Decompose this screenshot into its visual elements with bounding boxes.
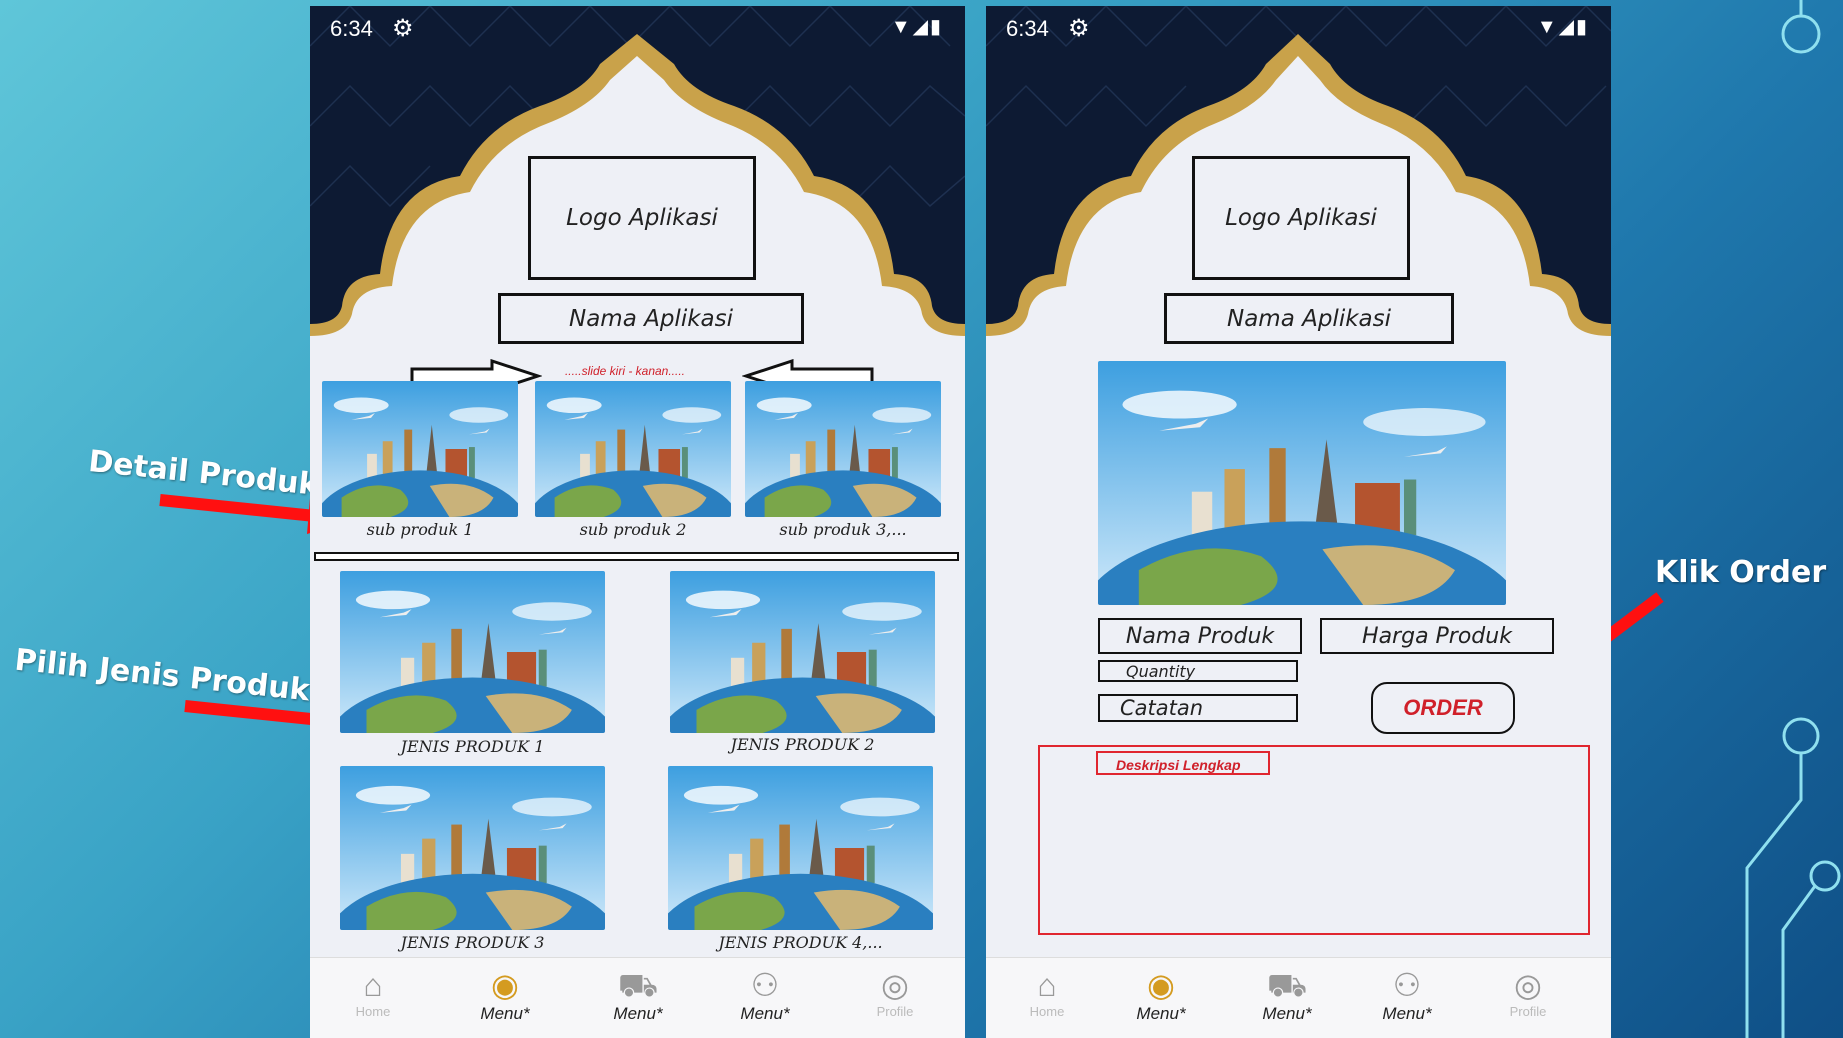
app-logo-placeholder: Logo Aplikasi [528, 156, 756, 280]
sub-product-label-3[interactable]: sub produk 3,... [745, 520, 941, 539]
annotation-klik-order: Klik Order [1655, 555, 1827, 590]
battery-icon: ▼◢▮ [890, 16, 943, 38]
sub-product-label-2[interactable]: sub produk 2 [535, 520, 731, 539]
slide-hint: .....slide kiri - kanan..... [564, 364, 686, 378]
status-time: 6:34 [330, 16, 373, 41]
product-type-image-4[interactable] [668, 766, 933, 930]
profile-icon: ◎ [881, 967, 909, 1003]
phone-product-list: 6:34 ⚙ ▼◢▮ Logo Aplikasi Nama Aplikasi .… [310, 6, 965, 1038]
sub-product-image-2[interactable] [535, 381, 731, 517]
product-image [1098, 361, 1506, 605]
nav-menu-1[interactable]: ◉ Menu* [450, 966, 560, 1024]
battery-icon: ▼◢▮ [1536, 16, 1589, 38]
nav-profile[interactable]: ◎ Profile [1473, 966, 1583, 1019]
nav-profile[interactable]: ◎ Profile [840, 966, 950, 1019]
status-bar: 6:34 ⚙ ▼◢▮ [986, 15, 1611, 44]
order-button[interactable]: ORDER [1371, 682, 1515, 734]
description-label: Deskripsi Lengkap [1096, 751, 1270, 775]
home-icon: ⌂ [1037, 967, 1057, 1003]
nav-menu-3[interactable]: ⚇ Menu* [710, 966, 820, 1024]
nav-menu-3[interactable]: ⚇ Menu* [1352, 966, 1462, 1024]
status-time: 6:34 [1006, 16, 1049, 41]
product-type-label-2[interactable]: JENIS PRODUK 2 [670, 735, 935, 754]
bottom-nav: ⌂ Home ◉ Menu* ⛟ Menu* ⚇ Menu* ◎ Profile [310, 957, 965, 1038]
nav-home[interactable]: ⌂ Home [318, 966, 428, 1019]
circuit-decoration [1745, 0, 1841, 1038]
bottom-nav: ⌂ Home ◉ Menu* ⛟ Menu* ⚇ Menu* ◎ Profile [986, 957, 1611, 1038]
section-divider [314, 552, 959, 561]
globe-icon: ◉ [1147, 967, 1175, 1003]
sub-product-image-3[interactable] [745, 381, 941, 517]
group-icon: ⚇ [1392, 967, 1422, 1003]
nav-menu-2[interactable]: ⛟ Menu* [583, 966, 693, 1024]
app-name-placeholder: Nama Aplikasi [498, 293, 804, 344]
app-logo-placeholder: Logo Aplikasi [1192, 156, 1410, 280]
status-bar: 6:34 ⚙ ▼◢▮ [310, 15, 965, 44]
sub-product-label-1[interactable]: sub produk 1 [322, 520, 518, 539]
nav-home[interactable]: ⌂ Home [992, 966, 1102, 1019]
product-type-label-1[interactable]: JENIS PRODUK 1 [340, 737, 605, 756]
product-type-label-4[interactable]: JENIS PRODUK 4,... [668, 933, 933, 952]
nav-menu-1[interactable]: ◉ Menu* [1106, 966, 1216, 1024]
notes-field[interactable]: Catatan [1098, 694, 1298, 722]
phone-product-detail: 6:34 ⚙ ▼◢▮ Logo Aplikasi Nama Aplikasi N… [986, 6, 1611, 1038]
profile-icon: ◎ [1514, 967, 1542, 1003]
globe-icon: ◉ [491, 967, 519, 1003]
quantity-field[interactable]: Quantity [1098, 660, 1298, 682]
product-type-label-3[interactable]: JENIS PRODUK 3 [340, 933, 605, 952]
product-name-field: Nama Produk [1098, 618, 1302, 654]
cart-icon: ⛟ [1266, 967, 1308, 1003]
product-type-image-2[interactable] [670, 571, 935, 733]
product-price-field: Harga Produk [1320, 618, 1554, 654]
product-type-image-1[interactable] [340, 571, 605, 733]
gear-icon: ⚙ [1068, 15, 1090, 42]
home-icon: ⌂ [363, 967, 383, 1003]
nav-menu-2[interactable]: ⛟ Menu* [1232, 966, 1342, 1024]
product-type-image-3[interactable] [340, 766, 605, 930]
group-icon: ⚇ [750, 967, 780, 1003]
sub-product-image-1[interactable] [322, 381, 518, 517]
app-name-placeholder: Nama Aplikasi [1164, 293, 1454, 344]
cart-icon: ⛟ [617, 967, 659, 1003]
gear-icon: ⚙ [392, 15, 414, 42]
